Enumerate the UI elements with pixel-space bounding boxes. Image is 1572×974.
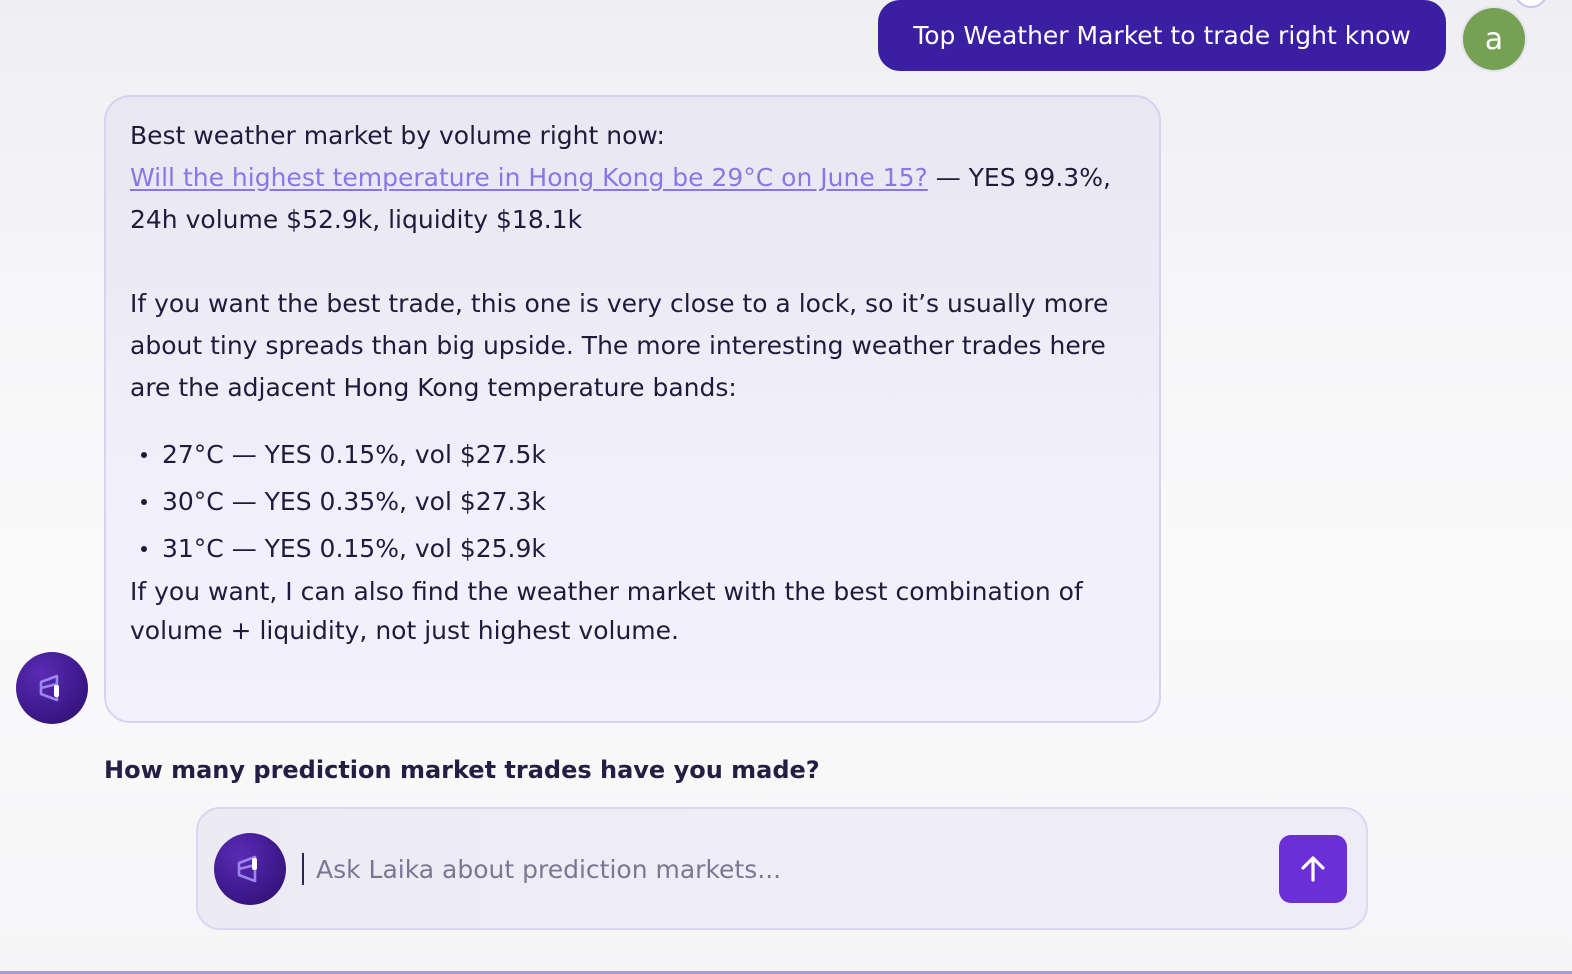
market-link[interactable]: Will the highest temperature in Hong Kon… [130, 163, 928, 192]
user-message-bubble: Top Weather Market to trade right know [878, 0, 1446, 71]
send-button[interactable] [1279, 835, 1347, 903]
assistant-message-bubble: Best weather market by volume right now:… [104, 95, 1161, 723]
corner-badge [1514, 0, 1548, 8]
temperature-bands-list: 27°C — YES 0.15%, vol $27.5k 30°C — YES … [130, 431, 1135, 572]
market-summary: Will the highest temperature in Hong Kon… [130, 157, 1135, 241]
assistant-analysis: If you want the best trade, this one is … [130, 289, 1109, 402]
composer-logo [214, 833, 286, 905]
suggested-question[interactable]: How many prediction market trades have y… [104, 756, 820, 784]
assistant-follow-up: If you want, I can also find the weather… [130, 577, 1083, 645]
text-caret [302, 853, 304, 885]
ask-input[interactable] [316, 845, 1256, 893]
user-avatar[interactable]: a [1463, 8, 1525, 70]
chat-composer [196, 807, 1368, 930]
laika-logo-icon [39, 674, 59, 702]
list-item: 31°C — YES 0.15%, vol $25.9k [141, 525, 1135, 572]
laika-logo-icon [237, 855, 257, 883]
assistant-avatar [16, 652, 88, 724]
arrow-up-icon [1301, 856, 1325, 882]
avatar-letter: a [1484, 21, 1504, 57]
assistant-intro: Best weather market by volume right now: [130, 121, 665, 150]
user-message-text: Top Weather Market to trade right know [913, 21, 1411, 50]
list-item: 30°C — YES 0.35%, vol $27.3k [141, 478, 1135, 525]
list-item: 27°C — YES 0.15%, vol $27.5k [141, 431, 1135, 478]
